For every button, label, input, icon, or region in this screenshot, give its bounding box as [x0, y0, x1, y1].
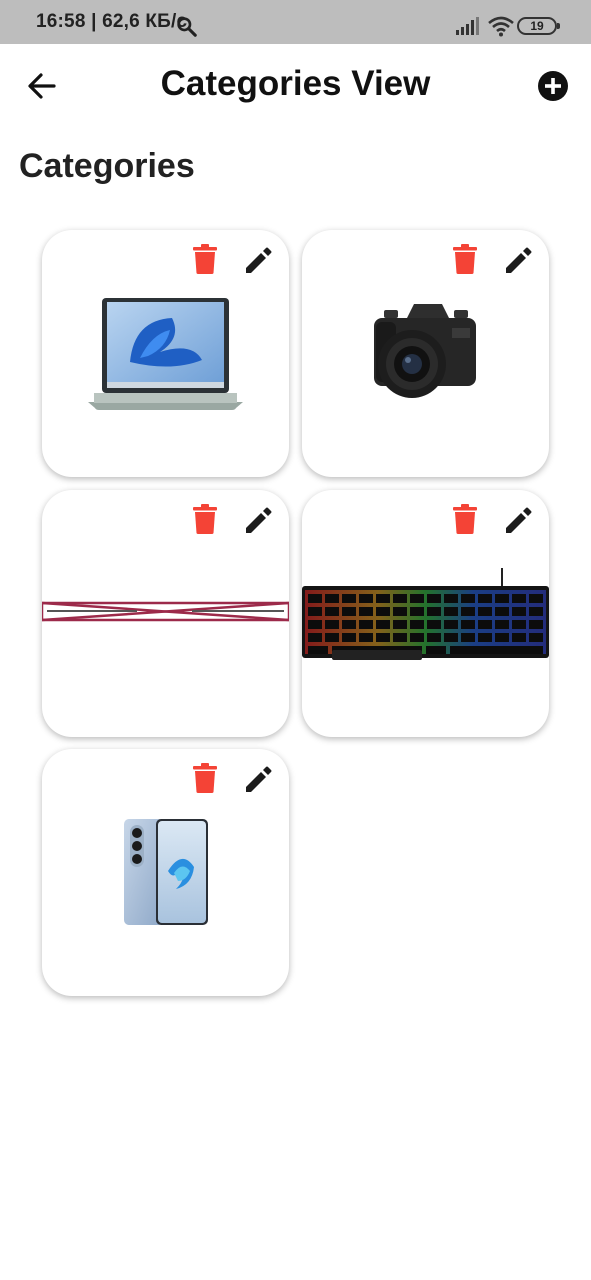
edit-icon[interactable]	[503, 244, 535, 276]
edit-icon[interactable]	[243, 244, 275, 276]
category-image-broken	[42, 550, 289, 700]
edit-icon[interactable]	[243, 763, 275, 795]
status-time: 16:58 | 62,6 КБ/с	[36, 11, 188, 32]
page-title: Categories View	[160, 64, 431, 103]
category-card[interactable]	[42, 749, 289, 996]
delete-icon[interactable]	[191, 244, 219, 274]
section-title: Categories	[19, 147, 195, 185]
delete-icon[interactable]	[451, 244, 479, 274]
category-image-keyboard	[302, 550, 549, 700]
category-card[interactable]	[42, 230, 289, 477]
signal-icon	[456, 17, 479, 35]
search-icon	[177, 17, 197, 37]
category-image-laptop	[42, 290, 289, 440]
delete-icon[interactable]	[191, 763, 219, 793]
delete-icon[interactable]	[191, 504, 219, 534]
category-card[interactable]	[42, 490, 289, 737]
category-card[interactable]	[302, 490, 549, 737]
category-card[interactable]	[302, 230, 549, 477]
wifi-icon	[488, 16, 514, 37]
delete-icon[interactable]	[451, 504, 479, 534]
add-circle-icon[interactable]	[535, 68, 571, 104]
battery-level: 19	[530, 19, 544, 33]
edit-icon[interactable]	[503, 504, 535, 536]
edit-icon[interactable]	[243, 504, 275, 536]
battery-icon: 19	[517, 17, 560, 35]
category-image-smartphone	[42, 809, 289, 959]
category-image-camera	[302, 290, 549, 440]
status-bar: 16:58 | 62,6 КБ/с 19	[0, 0, 591, 44]
